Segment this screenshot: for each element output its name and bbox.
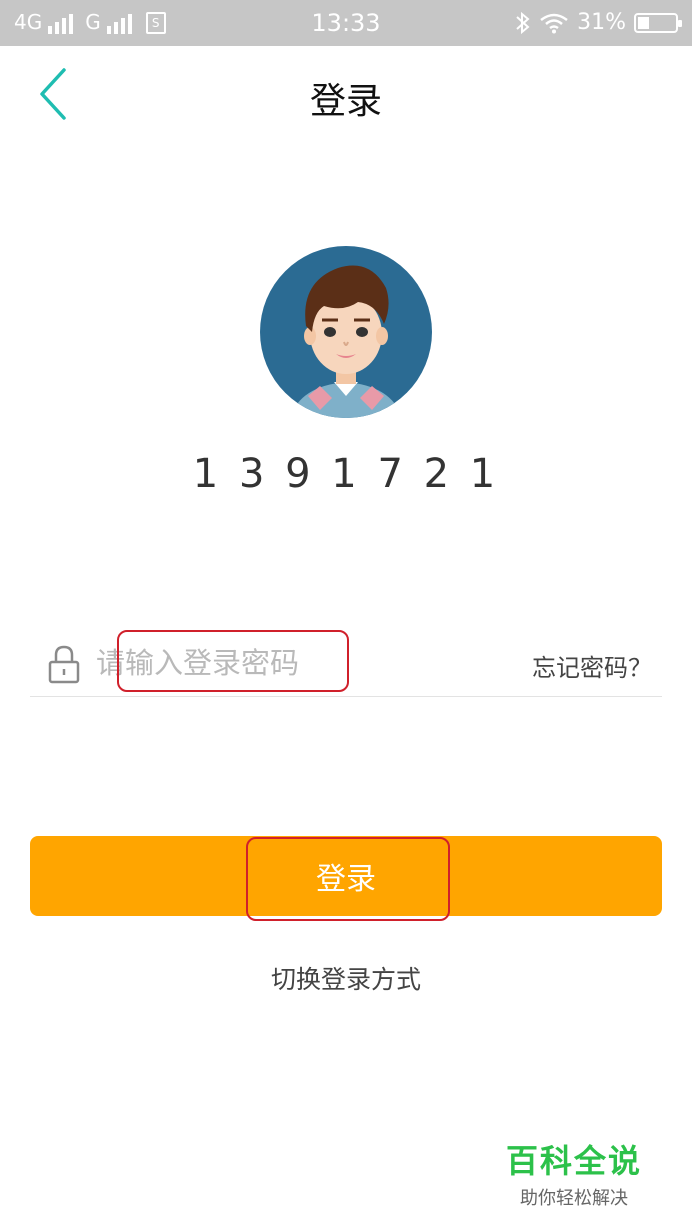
account-number: 1 3 9 1 7 2 1 [192, 457, 500, 489]
avatar [260, 246, 432, 418]
wifi-icon [540, 13, 568, 33]
battery-icon [634, 12, 682, 33]
password-input[interactable] [96, 640, 456, 686]
switch-login-method-link[interactable]: 切换登录方式 [0, 960, 692, 996]
lock-icon [48, 645, 80, 684]
watermark-title: 百科全说 [505, 1142, 642, 1180]
status-bar: 4G G S 13:33 31% [0, 0, 692, 46]
page-title: 登录 [309, 81, 382, 122]
login-button[interactable]: 登录 [30, 836, 662, 916]
forgot-password-link[interactable]: 忘记密码？ [532, 648, 652, 683]
bluetooth-icon [516, 11, 530, 34]
status-right: 31% [515, 10, 682, 35]
password-row: 忘记密码？ [30, 630, 662, 697]
battery-percent: 31% [577, 10, 626, 35]
watermark-subtitle: 助你轻松解决 [519, 1188, 628, 1209]
watermark: 百科全说 助你轻松解决 [506, 1136, 642, 1210]
